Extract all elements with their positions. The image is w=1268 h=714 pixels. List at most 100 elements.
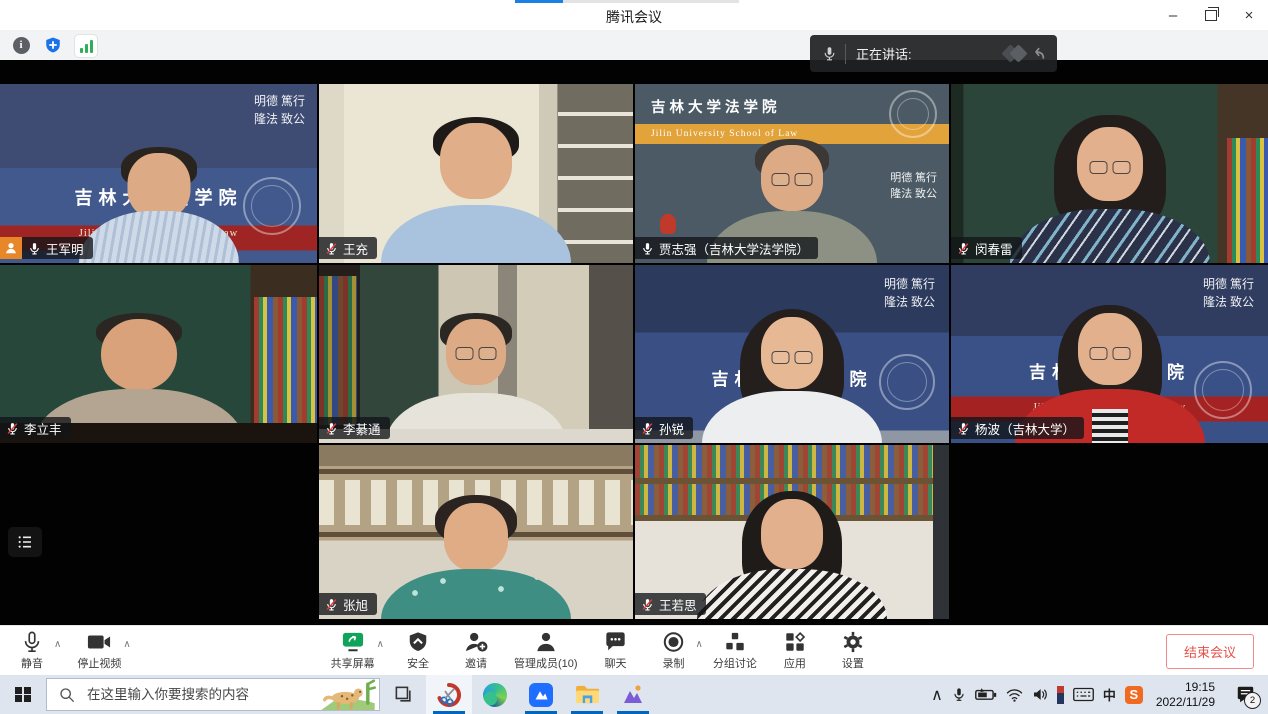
leopard-illustration: [317, 679, 379, 710]
taskbar-search[interactable]: [46, 678, 380, 711]
school-seal-icon: [243, 177, 301, 235]
touch-keyboard-icon[interactable]: [1073, 687, 1094, 702]
video-tile-7[interactable]: 明德 篤行隆法 致公 吉林大学法学院 孙锐: [635, 265, 949, 443]
video-tile-1[interactable]: 明德 篤行隆法 致公 吉林大学法学院 Jilin University Scho…: [0, 84, 317, 263]
video-tile-8[interactable]: 明德 篤行隆法 致公 吉林大学法学院 Jilin University Scho…: [951, 265, 1268, 443]
speaking-label: 正在讲话:: [856, 44, 912, 63]
security-shield-icon: [407, 631, 429, 653]
participant-name: 孙锐: [659, 419, 684, 438]
restore-button[interactable]: [1192, 0, 1230, 30]
title-bar: 腾讯会议 – ×: [0, 0, 1268, 30]
start-button[interactable]: [0, 675, 46, 714]
share-options-chevron[interactable]: ∧: [377, 639, 384, 650]
file-explorer-icon: [575, 684, 600, 705]
tray-mic-icon[interactable]: [952, 686, 966, 703]
video-tile-5[interactable]: 李立丰: [0, 265, 317, 443]
mic-icon: [21, 631, 43, 653]
speaking-deco-arrows: [1004, 46, 1057, 62]
bookshelf: [1227, 138, 1268, 263]
mic-muted-icon: [957, 422, 970, 435]
minimize-button[interactable]: –: [1154, 0, 1192, 30]
ime-indicator[interactable]: 中: [1103, 685, 1116, 704]
battery-icon[interactable]: [975, 687, 997, 702]
wifi-icon[interactable]: [1006, 688, 1023, 702]
settings-button[interactable]: 设置: [833, 628, 873, 674]
mic-muted-icon: [6, 422, 19, 435]
stop-video-button[interactable]: 停止视频: [77, 628, 121, 674]
apps-icon: [784, 631, 806, 653]
notification-center-button[interactable]: 2: [1228, 675, 1262, 714]
tray-time: 19:15: [1185, 680, 1215, 695]
search-icon: [59, 687, 75, 703]
signal-icon: [80, 40, 93, 53]
task-view-icon: [394, 685, 413, 704]
shelf: [319, 469, 633, 474]
network-signal-button[interactable]: [74, 34, 98, 58]
nameplate: 王军明: [0, 237, 93, 259]
video-options-chevron[interactable]: ∧: [123, 639, 130, 650]
end-meeting-button[interactable]: 结束会议: [1166, 634, 1254, 669]
sogou-icon[interactable]: S: [1125, 686, 1143, 704]
record-options-chevron[interactable]: ∧: [696, 639, 703, 650]
volume-icon[interactable]: [1032, 687, 1048, 702]
shelf: [635, 478, 949, 484]
meeting-top-toolbar: i 22:11 宫格视图 ▾: [0, 30, 1268, 61]
net-shield-icon: [44, 36, 62, 54]
taskbar-app-tencent-meeting[interactable]: [518, 675, 564, 714]
share-screen-button[interactable]: 共享屏幕: [331, 628, 375, 674]
taskbar-app-edge[interactable]: [472, 675, 518, 714]
apps-button[interactable]: 应用: [775, 628, 815, 674]
tray-expand-chevron[interactable]: ∧: [931, 685, 943, 705]
participant-name: 李立丰: [24, 419, 62, 438]
mute-options-chevron[interactable]: ∧: [54, 639, 61, 650]
network-protect-button[interactable]: [42, 34, 64, 56]
chat-button[interactable]: 聊天: [596, 628, 636, 674]
windows-taskbar: ∧ 中 S 19:15 2022/11/29: [0, 675, 1268, 714]
close-button[interactable]: ×: [1230, 0, 1268, 30]
flag-app-icon[interactable]: [1057, 686, 1064, 704]
window-title: 腾讯会议: [0, 7, 1268, 27]
restore-icon: [1205, 10, 1217, 21]
participant-name: 王充: [343, 239, 368, 258]
list-icon: [16, 534, 34, 550]
record-button[interactable]: 录制: [654, 628, 694, 674]
mic-on-icon: [641, 242, 654, 255]
video-tile-6[interactable]: 李綦通: [319, 265, 633, 443]
invite-person-icon: [464, 631, 488, 653]
member-list-toggle-button[interactable]: [8, 527, 42, 557]
notification-count-badge: 2: [1244, 692, 1261, 709]
red-deer-toy: [660, 214, 676, 234]
participant-name: 贾志强（吉林大学法学院）: [659, 239, 809, 258]
taskbar-app-file-explorer[interactable]: [564, 675, 610, 714]
record-icon: [662, 631, 685, 653]
participant-name: 杨波（吉林大学）: [975, 419, 1075, 438]
video-tile-3[interactable]: 吉林大学法学院 Jilin University School of Law 明…: [635, 84, 949, 263]
video-tile-9[interactable]: 张旭: [319, 445, 633, 619]
tray-clock[interactable]: 19:15 2022/11/29: [1156, 680, 1215, 710]
invite-button[interactable]: 邀请: [456, 628, 496, 674]
video-tile-4[interactable]: 闵春雷: [951, 84, 1268, 263]
taskbar-app-snip[interactable]: [426, 675, 472, 714]
video-tile-10[interactable]: 王若思: [635, 445, 949, 619]
mic-muted-icon: [641, 422, 654, 435]
striped-top: [1092, 409, 1128, 443]
task-view-button[interactable]: [380, 675, 426, 714]
security-button[interactable]: 安全: [398, 628, 438, 674]
breakout-rooms-button[interactable]: 分组讨论: [713, 628, 757, 674]
video-tile-2[interactable]: 王充: [319, 84, 633, 263]
windows-logo-icon: [15, 687, 31, 703]
mic-icon: [822, 46, 837, 61]
curtain: [933, 445, 949, 619]
taskbar-app-purple-mountain[interactable]: [610, 675, 656, 714]
divider: [845, 44, 846, 64]
tray-date: 2022/11/29: [1156, 695, 1215, 710]
mic-muted-icon: [325, 598, 338, 611]
search-input[interactable]: [85, 686, 319, 703]
camera-icon: [87, 631, 111, 653]
tab-indicator-gray: [563, 0, 739, 3]
manage-members-button[interactable]: 管理成员(10): [514, 628, 578, 674]
members-icon: [535, 631, 557, 653]
gear-icon: [842, 631, 864, 653]
meeting-info-button[interactable]: i: [10, 34, 32, 56]
mute-button[interactable]: 静音: [12, 628, 52, 674]
